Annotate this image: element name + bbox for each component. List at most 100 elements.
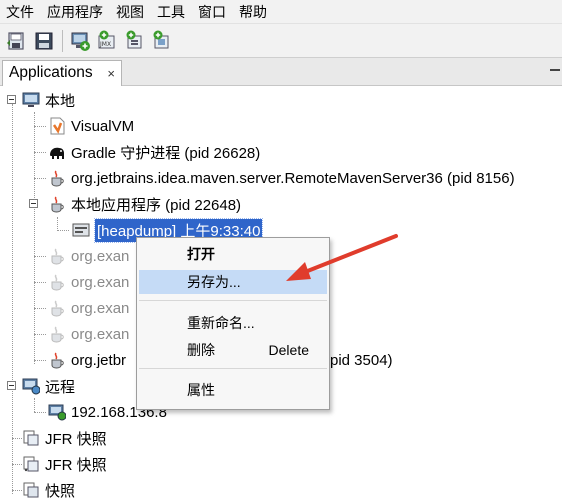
tree-node-remote[interactable]: 远程: [22, 373, 75, 399]
tree-node-gradle[interactable]: Gradle 守护进程 (pid 26628): [48, 139, 260, 165]
tree-connector: [34, 360, 46, 361]
tree-node-visualvm[interactable]: VisualVM: [48, 113, 134, 139]
remote-host-icon: [48, 403, 67, 421]
tree-node-maven-server[interactable]: org.jetbrains.idea.maven.server.RemoteMa…: [48, 165, 515, 191]
shortcut-label: Delete: [268, 342, 309, 358]
heapdump-icon: [72, 221, 90, 239]
tree-label: org.jetbr: [71, 351, 127, 369]
tree-connector: [34, 256, 46, 257]
tree-connector: [57, 217, 58, 229]
save-icon[interactable]: [33, 30, 55, 52]
tree-label: JFR 快照: [45, 430, 107, 448]
tree-node-jfr-2[interactable]: JFR 快照: [22, 451, 107, 477]
tree-connector: [12, 104, 13, 494]
menu-item-properties[interactable]: 属性: [139, 378, 327, 402]
menu-view[interactable]: 视图: [110, 1, 151, 23]
gradle-elephant-icon: [48, 143, 66, 161]
tree-label: 本地应用程序 (pid 22648): [71, 196, 242, 214]
toolbar: JMX: [0, 24, 562, 58]
menu-item-open[interactable]: 打开: [139, 242, 327, 266]
tree-connector: [34, 398, 35, 412]
tree-node-local[interactable]: 本地: [22, 87, 75, 113]
tree-connector: [34, 112, 35, 364]
menu-separator: [139, 300, 327, 301]
tree-label: 远程: [45, 378, 76, 396]
menu-item-label: 删除: [187, 342, 215, 358]
tree-node-org-4[interactable]: org.exan: [48, 321, 129, 347]
tree-connector: [12, 464, 22, 465]
add-snapshot-icon[interactable]: [150, 30, 172, 52]
java-cup-icon: [48, 247, 66, 265]
tree-node-org-1[interactable]: org.exan: [48, 243, 129, 269]
menu-window[interactable]: 窗口: [192, 1, 233, 23]
load-icon[interactable]: [6, 30, 28, 52]
menu-bar: 文件 应用程序 视图 工具 窗口 帮助: [0, 0, 562, 24]
tree-label: org.exan: [71, 325, 130, 343]
java-cup-icon: [48, 195, 66, 213]
remote-network-icon: [22, 377, 41, 395]
tab-label: Applications: [9, 64, 93, 81]
jfr-snapshot-icon: [22, 455, 40, 473]
tree-label: Gradle 守护进程 (pid 26628): [71, 144, 261, 162]
tree-node-local-app[interactable]: 本地应用程序 (pid 22648): [48, 191, 241, 217]
java-cup-icon: [48, 299, 66, 317]
tree-label: 快照: [45, 482, 76, 500]
menu-item-label: 另存为...: [187, 274, 241, 290]
jfr-snapshot-icon: [22, 429, 40, 447]
menu-item-label: 属性: [187, 382, 215, 398]
tree-label: org.exan: [71, 247, 130, 265]
menu-item-save-as[interactable]: 另存为...: [139, 270, 327, 294]
tree-node-jetbrains-suffix: pid 3504): [330, 347, 393, 373]
snapshot-icon: [22, 481, 40, 499]
menu-item-delete[interactable]: 删除 Delete: [139, 338, 327, 362]
collapse-localapp-icon[interactable]: [29, 199, 38, 208]
tree-connector: [34, 282, 46, 283]
menu-item-label: 重新命名...: [187, 315, 255, 331]
tree-label: pid 3504): [330, 351, 393, 369]
add-core-dump-icon[interactable]: [123, 30, 145, 52]
menu-separator: [139, 368, 327, 369]
tree-label: org.exan: [71, 299, 130, 317]
tree-connector: [12, 490, 22, 491]
tab-applications[interactable]: Applications ×: [2, 60, 122, 87]
tree-label: 本地: [45, 92, 76, 110]
tree-label: JFR 快照: [45, 456, 107, 474]
tree-connector: [34, 334, 46, 335]
menu-file[interactable]: 文件: [0, 1, 41, 23]
collapse-remote-icon[interactable]: [7, 381, 16, 390]
tree-label: org.exan: [71, 273, 130, 291]
menu-applications[interactable]: 应用程序: [41, 1, 110, 23]
add-host-icon[interactable]: [69, 30, 91, 52]
computer-icon: [22, 91, 40, 109]
collapse-local-icon[interactable]: [7, 95, 16, 104]
tree-node-jfr-1[interactable]: JFR 快照: [22, 425, 107, 451]
tab-strip: Applications ×: [0, 58, 562, 87]
tree-connector: [34, 152, 46, 153]
java-cup-icon: [48, 169, 66, 187]
tree-node-snapshots[interactable]: 快照: [22, 477, 75, 503]
toolbar-separator: [62, 29, 63, 52]
tree-node-org-3[interactable]: org.exan: [48, 295, 129, 321]
java-cup-icon: [48, 273, 66, 291]
tree-node-org-2[interactable]: org.exan: [48, 269, 129, 295]
visualvm-icon: [48, 117, 66, 135]
tree-connector: [12, 438, 22, 439]
close-icon[interactable]: ×: [107, 66, 115, 81]
tree-connector: [57, 230, 69, 231]
menu-item-rename[interactable]: 重新命名...: [139, 311, 327, 335]
tree-node-jetbrains[interactable]: org.jetbr: [48, 347, 126, 373]
add-jmx-icon[interactable]: JMX: [96, 30, 118, 52]
tree-connector: [34, 308, 46, 309]
menu-help[interactable]: 帮助: [233, 1, 274, 23]
tree-label: org.jetbrains.idea.maven.server.RemoteMa…: [71, 169, 515, 187]
tree-connector: [34, 126, 46, 127]
tree-connector: [34, 178, 46, 179]
context-menu: 打开 另存为... 重新命名... 删除 Delete 属性: [136, 237, 330, 410]
minimize-icon[interactable]: [550, 69, 560, 71]
java-cup-icon: [48, 351, 66, 369]
menu-item-label: 打开: [187, 246, 215, 262]
tree-label: VisualVM: [71, 117, 135, 135]
menu-tools[interactable]: 工具: [151, 1, 192, 23]
svg-text:JMX: JMX: [99, 41, 111, 48]
java-cup-icon: [48, 325, 66, 343]
